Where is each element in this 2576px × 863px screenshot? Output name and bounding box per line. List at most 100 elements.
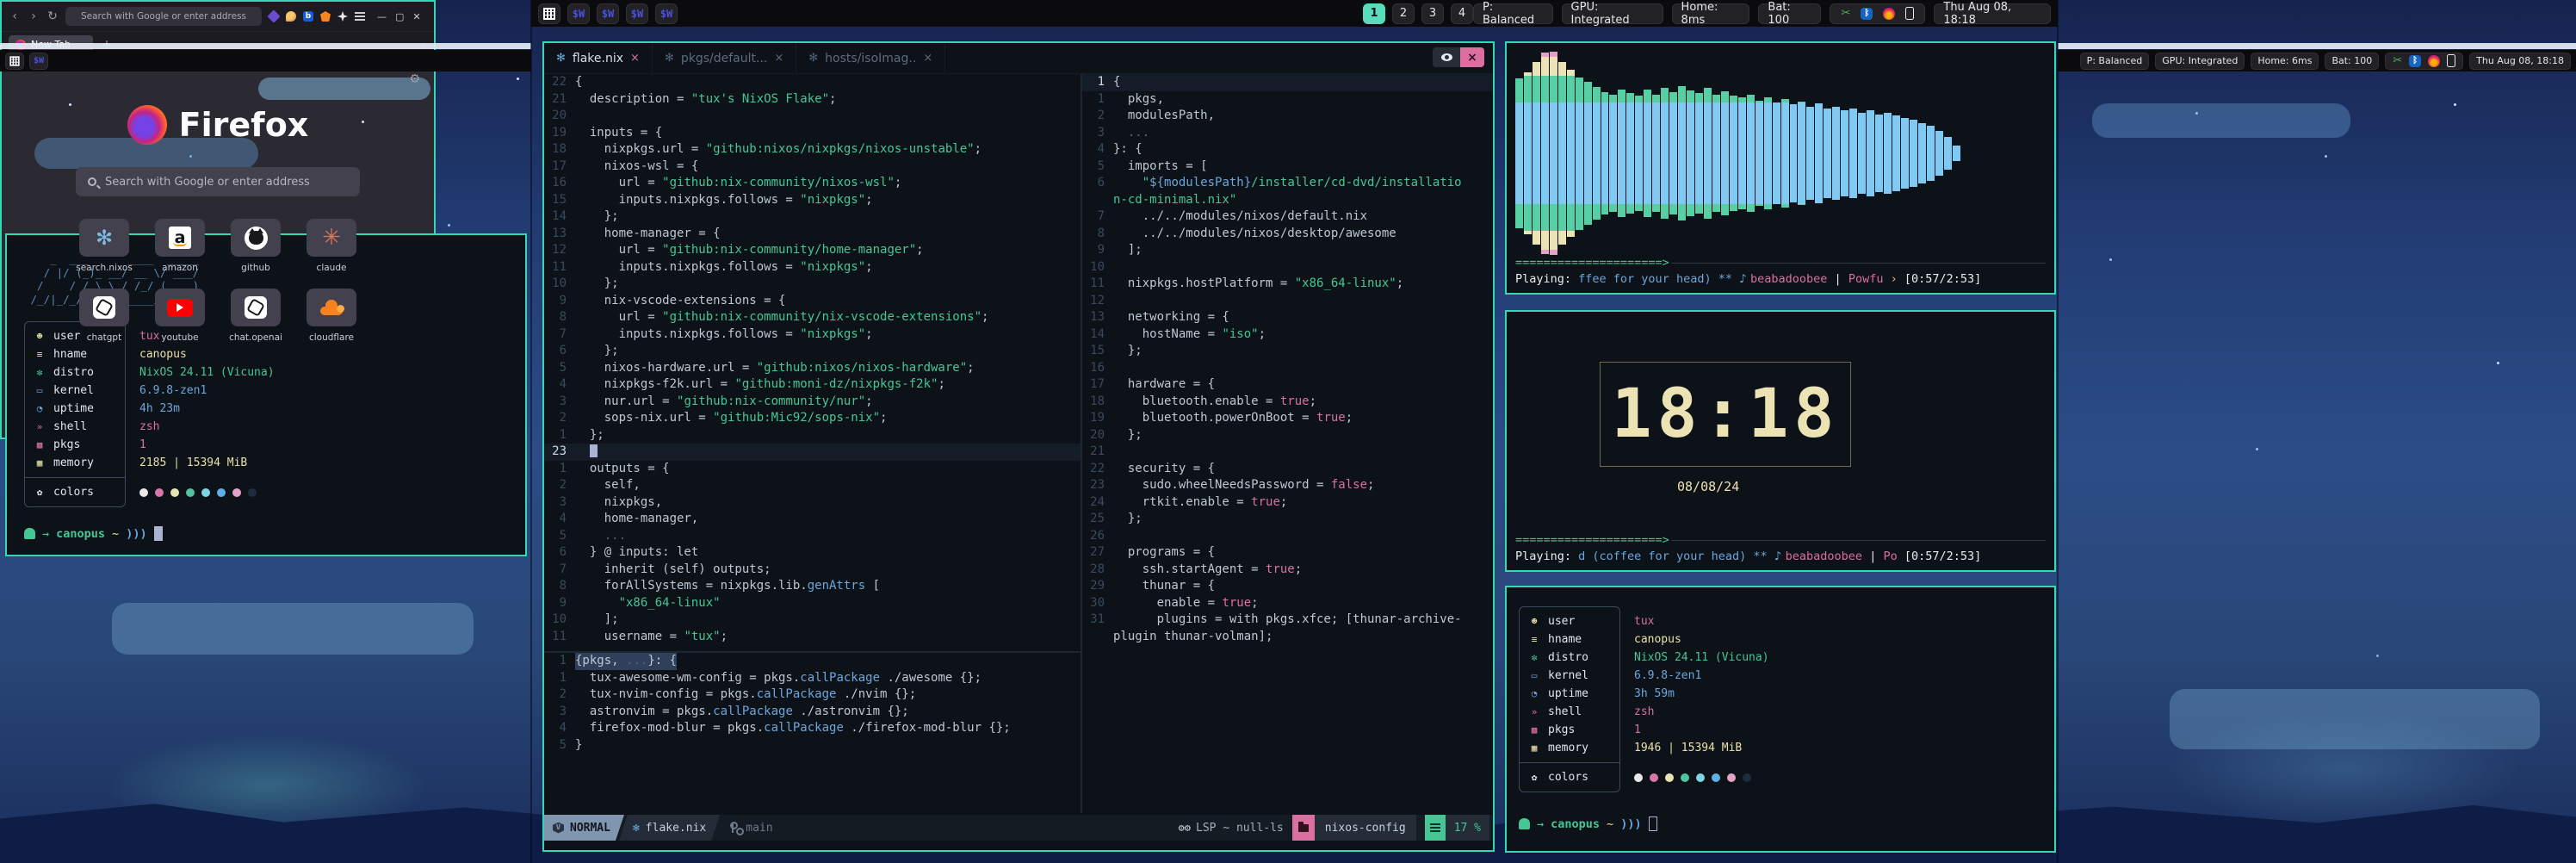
player-progress: =====================>	[1515, 532, 2046, 549]
cava-bar	[1944, 137, 1952, 170]
hotspot-icon[interactable]	[2428, 55, 2440, 67]
workspace-2[interactable]: 2	[1392, 3, 1415, 24]
status-module[interactable]: P: Balanced	[1473, 3, 1553, 24]
menu-button[interactable]	[355, 12, 365, 21]
shortcut-youtube[interactable]: youtube	[153, 289, 207, 343]
neovim-window[interactable]: ✻flake.nix×✻pkgs/default...×✻hosts/isoIm…	[542, 41, 1495, 852]
shell-prompt[interactable]: → canopus ~ )))	[1519, 816, 2046, 831]
project-indicator: nixos-config	[1292, 815, 1416, 841]
memory-icon: ▦	[1528, 739, 1540, 757]
minimize-button[interactable]: —	[377, 11, 387, 22]
status-module[interactable]: Home: 8ms	[1672, 3, 1750, 24]
workspace-tag[interactable]: $W	[626, 3, 648, 24]
search-input[interactable]: Search with Google or enter address	[76, 167, 360, 196]
status-module[interactable]: GPU: Integrated	[1562, 3, 1663, 24]
shortcut-cloudflare[interactable]: cloudflare	[305, 289, 358, 343]
progress-arrow: =====================>	[1515, 255, 1669, 271]
code-line: 2 sops-nix.url = "github:Mic92/sops-nix"…	[544, 410, 1081, 427]
fetch-terminal-window[interactable]: ☻user≡hname✼distro▭kernel◔uptime»shell▩p…	[1505, 586, 2056, 853]
lsp-text: LSP ~ null-ls	[1196, 822, 1284, 835]
fetch-field: ✼distro	[1528, 649, 1611, 667]
cava-bar	[1747, 95, 1755, 213]
clock-module[interactable]: Thu Aug 08, 18:18	[1934, 3, 2051, 24]
eye-toggle-button[interactable]	[1433, 47, 1460, 67]
workspace-tag[interactable]: $W	[567, 3, 590, 24]
editor-pane-iso[interactable]: 1{1 pkgs,2 modulesPath,3 ...4}: {5 impor…	[1082, 74, 1493, 813]
cava-bar	[1918, 123, 1926, 184]
reload-button[interactable]: ↻	[46, 9, 59, 23]
clock-terminal-window[interactable]: 18:18 08/08/24 =====================> Pl…	[1505, 310, 2056, 572]
hotspot-icon[interactable]	[1883, 8, 1895, 20]
status-module[interactable]: Home: 6ms	[2251, 53, 2319, 70]
code-line: 4 firefox-mod-blur = pkgs.callPackage ./…	[544, 720, 1081, 737]
bluetooth-icon[interactable]: ᛒ	[2409, 55, 2421, 67]
shortcut-amazon[interactable]: aamazon	[153, 219, 207, 273]
shortcut-github[interactable]: github	[229, 219, 282, 273]
network-icon[interactable]: ✂	[2393, 54, 2402, 67]
extensions-puzzle-icon[interactable]	[337, 11, 348, 22]
status-module[interactable]: GPU: Integrated	[2155, 53, 2245, 70]
phone-icon[interactable]	[2447, 54, 2455, 67]
status-module[interactable]: Bat: 100	[2325, 53, 2379, 70]
firefox-window[interactable]: ‹ › ↻ Search with Google or enter addres…	[0, 0, 436, 439]
search-placeholder: Search with Google or enter address	[105, 176, 310, 189]
forward-button[interactable]: ›	[28, 9, 40, 23]
system-tray[interactable]: ✂ᛒ	[2385, 53, 2463, 70]
firefox-toolbar: ‹ › ↻ Search with Google or enter addres…	[2, 2, 434, 31]
cava-terminal-window[interactable]: =====================> Playing: ffee for…	[1505, 41, 2056, 295]
tab-close-icon[interactable]: ×	[923, 52, 932, 65]
clock-module[interactable]: Thu Aug 08, 18:18	[2469, 53, 2571, 70]
workspace-3[interactable]: 3	[1421, 3, 1444, 24]
network-icon[interactable]: ✂	[1841, 7, 1850, 20]
terminal-cursor	[1649, 816, 1657, 831]
fastfetch-output: ☻user≡hname✼distro▭kernel◔uptime»shell▩p…	[1519, 606, 2046, 792]
tab-close-icon[interactable]: ×	[774, 52, 783, 65]
editor-tab-hosts-isoImag-[interactable]: ✻hosts/isoImag..×	[796, 43, 945, 74]
workspace-tag[interactable]: $W	[597, 3, 619, 24]
new-tab-page: ⚙ Firefox Search with Google or enter ad…	[2, 57, 434, 438]
code-line: 22{	[544, 74, 1081, 91]
close-button[interactable]: ×	[1460, 47, 1484, 67]
workspace-tag[interactable]: $W	[655, 3, 678, 24]
fetch-field: »shell	[1528, 703, 1611, 721]
close-button[interactable]: ✕	[412, 11, 420, 22]
shortcut-search-nixos[interactable]: ✻search.nixos	[77, 219, 131, 273]
system-tray[interactable]: ✂ᛒ	[1830, 3, 1925, 24]
shortcut-chatgpt[interactable]: chatgpt	[77, 289, 131, 343]
desktop: $W $W $W $W 1234 P: Balanced GPU: Integrated…	[0, 0, 2576, 863]
code-line: 25 };	[1082, 511, 1493, 528]
code-line: 1{	[1082, 74, 1493, 91]
cava-bar	[1601, 92, 1609, 214]
bitwarden-icon[interactable]: b	[303, 11, 313, 22]
fetch-value-shell: zsh	[1634, 703, 1769, 721]
maximize-button[interactable]: ▢	[395, 11, 404, 22]
extension-icon[interactable]	[267, 9, 280, 22]
back-button[interactable]: ‹	[9, 9, 21, 23]
code-line: 13 networking = {	[1082, 309, 1493, 326]
editor-pane-flake[interactable]: 22{21 description = "tux's NixOS Flake";…	[544, 74, 1081, 651]
phone-icon[interactable]	[1905, 7, 1914, 20]
prompt-path: ~	[112, 527, 119, 541]
launcher-button[interactable]	[538, 3, 560, 24]
code-line: 5}	[544, 737, 1081, 754]
url-bar[interactable]: Search with Google or enter address	[65, 7, 262, 26]
metamask-icon[interactable]	[320, 11, 331, 22]
code-line: 5 nixos-hardware.url = "github:nixos/nix…	[544, 360, 1081, 377]
shortcut-chat-openai[interactable]: chat.openai	[229, 289, 282, 343]
editor-cursor	[590, 444, 598, 457]
player-progress: =====================>	[1515, 255, 2046, 271]
workspace-1[interactable]: 1	[1363, 3, 1385, 24]
workspace-4[interactable]: 4	[1451, 3, 1473, 24]
shortcut-claude[interactable]: ✳claude	[305, 219, 358, 273]
personalize-gear-icon[interactable]: ⚙	[409, 72, 420, 86]
tab-close-icon[interactable]: ×	[630, 52, 640, 65]
editor-tab-flake-nix[interactable]: ✻flake.nix×	[544, 43, 653, 74]
status-module[interactable]: P: Balanced	[2080, 53, 2150, 70]
editor-tab-pkgs-default-[interactable]: ✻pkgs/default...×	[653, 43, 796, 74]
editor-pane-pkgs[interactable]: 1{pkgs, ...}: {1 tux-awesome-wm-config =…	[544, 653, 1081, 813]
bluetooth-icon[interactable]: ᛒ	[1861, 8, 1873, 20]
extension-icon[interactable]	[286, 11, 296, 22]
shell-prompt[interactable]: → canopus ~ )))	[24, 526, 510, 541]
status-module[interactable]: Bat: 100	[1758, 3, 1821, 24]
kernel-icon: ▭	[1528, 667, 1540, 685]
